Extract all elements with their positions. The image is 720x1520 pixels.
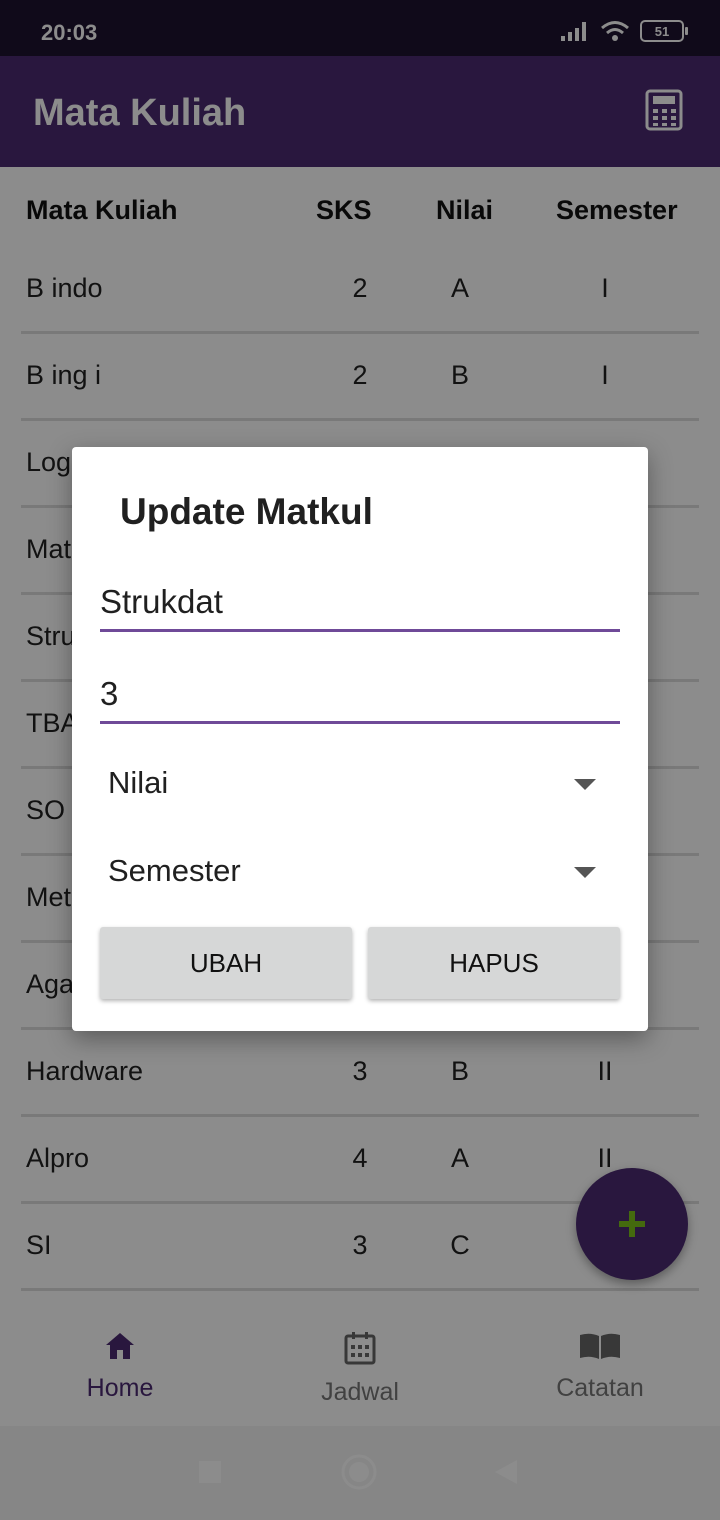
dialog-title: Update Matkul <box>120 491 373 532</box>
dropdown-arrow-icon <box>574 779 596 790</box>
grade-select[interactable]: Nilai <box>108 765 596 801</box>
dropdown-arrow-icon <box>574 867 596 878</box>
grade-select-label: Nilai <box>108 765 169 800</box>
update-course-dialog: Update Matkul Strukdat 3 Nilai Semester … <box>72 447 648 1031</box>
update-button[interactable]: UBAH <box>100 927 352 999</box>
course-name-input[interactable]: Strukdat <box>100 583 620 632</box>
sks-input[interactable]: 3 <box>100 675 620 724</box>
semester-select-label: Semester <box>108 853 241 888</box>
semester-select[interactable]: Semester <box>108 853 596 889</box>
delete-button[interactable]: HAPUS <box>368 927 620 999</box>
